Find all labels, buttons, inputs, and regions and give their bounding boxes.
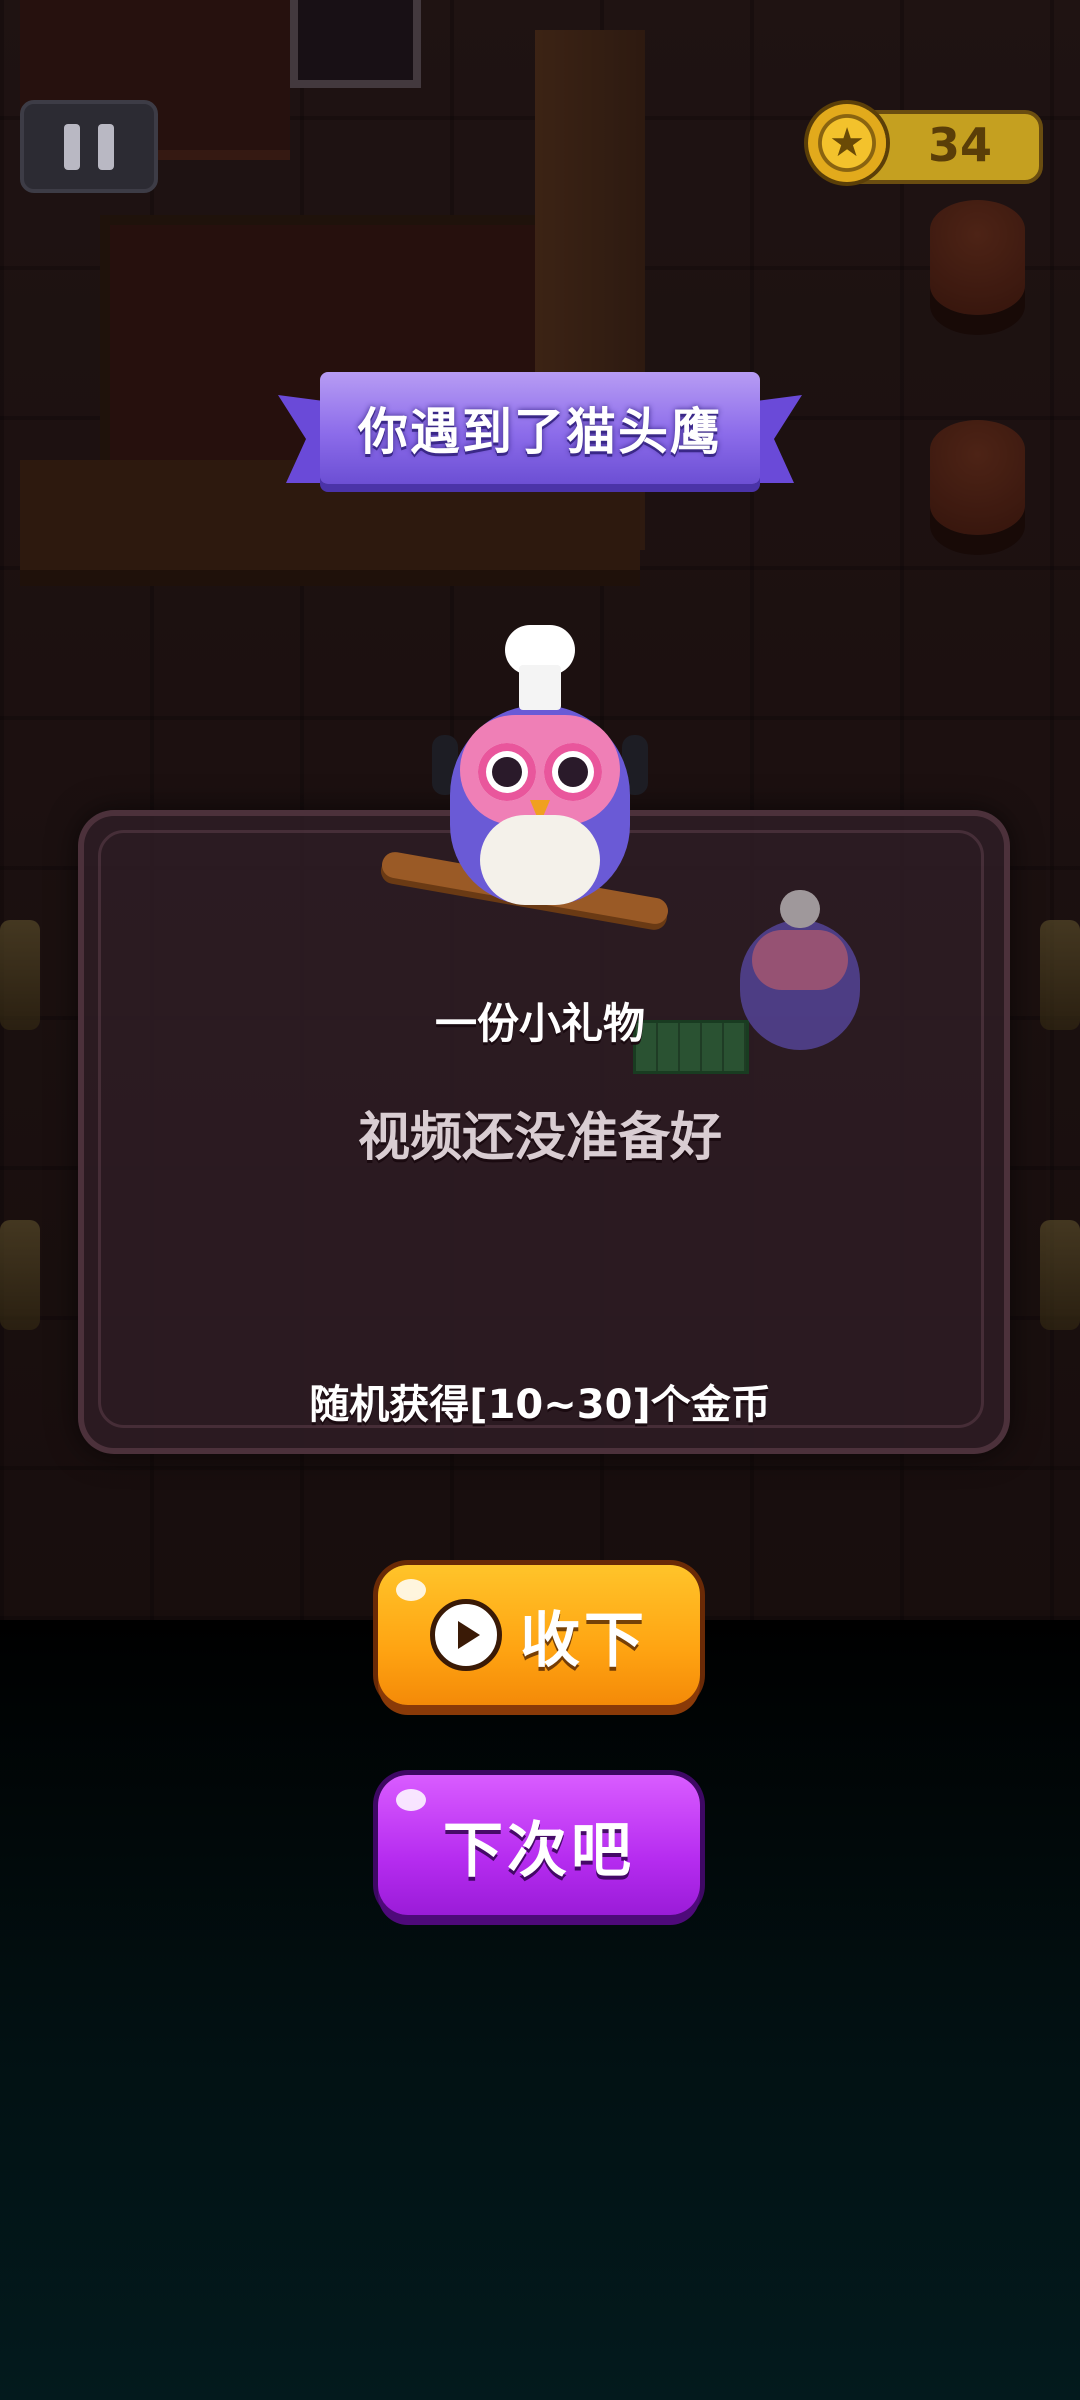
owl-character-sprite xyxy=(730,890,870,1080)
title-ribbon: 你遇到了猫头鹰 xyxy=(320,372,760,484)
bottom-background xyxy=(0,1620,1080,2400)
chef-hat-icon xyxy=(505,625,575,715)
decline-button[interactable]: 下次吧 xyxy=(378,1775,700,1915)
star-coin-icon: ★ xyxy=(808,104,886,182)
reward-description: 随机获得[10~30]个金币 xyxy=(309,1382,771,1428)
video-status-message: 视频还没准备好 xyxy=(357,1108,722,1168)
button-shine xyxy=(396,1789,426,1811)
accept-button[interactable]: 收下 xyxy=(378,1565,700,1705)
owl-chef-illustration xyxy=(379,625,690,965)
accept-button-label: 收下 xyxy=(520,1605,648,1676)
dialog-title: 你遇到了猫头鹰 xyxy=(358,403,722,461)
pause-button[interactable] xyxy=(20,100,158,193)
coin-count: 34 xyxy=(927,118,992,172)
gift-label: 一份小礼物 xyxy=(434,999,645,1048)
owl-apron xyxy=(480,815,600,905)
owl-eye xyxy=(478,743,536,801)
owl-eye xyxy=(544,743,602,801)
button-shine xyxy=(396,1579,426,1601)
pause-icon xyxy=(98,123,114,170)
pause-icon xyxy=(64,123,80,170)
decline-button-label: 下次吧 xyxy=(443,1815,635,1886)
video-play-icon xyxy=(430,1599,502,1671)
